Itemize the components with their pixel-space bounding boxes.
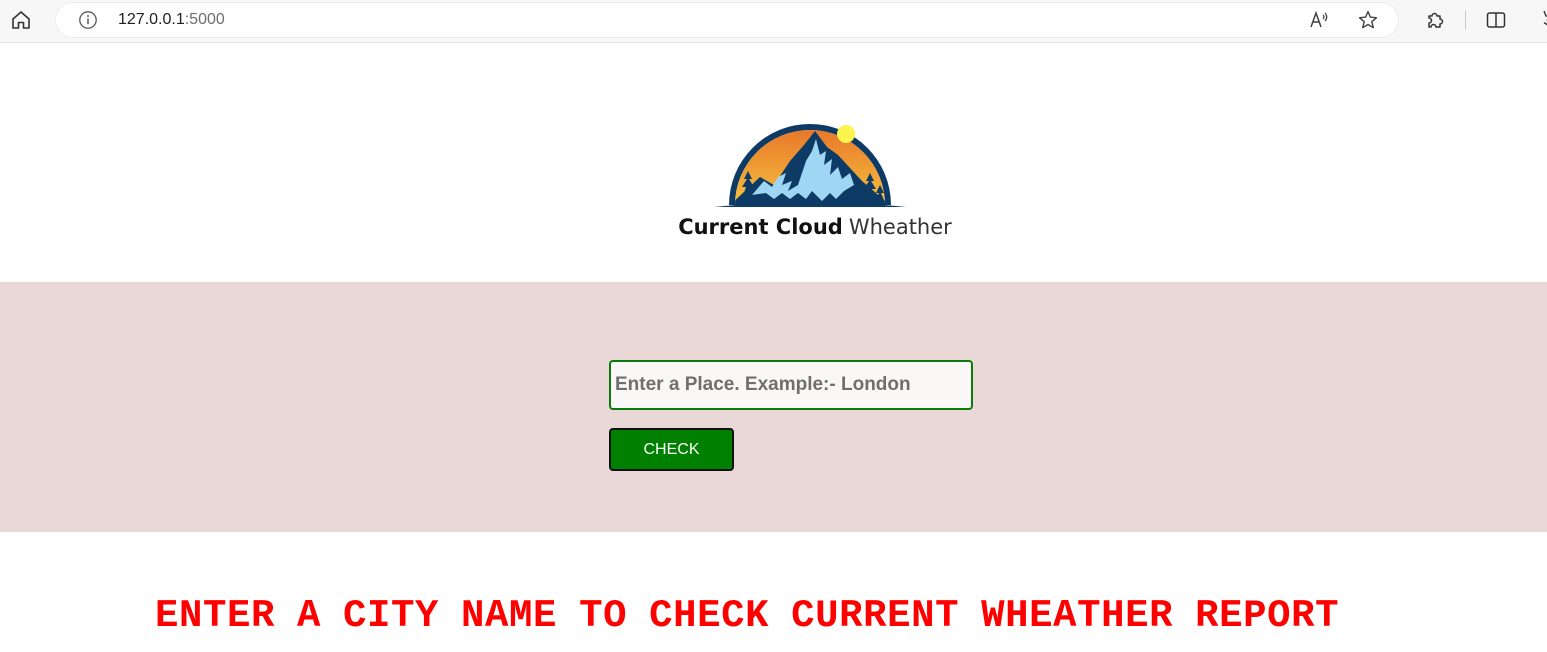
split-screen-icon[interactable] bbox=[1484, 8, 1508, 32]
url-port: :5000 bbox=[184, 11, 225, 28]
logo-name-light: Wheather bbox=[848, 215, 952, 239]
read-aloud-icon[interactable] bbox=[1308, 9, 1330, 31]
city-search-input[interactable] bbox=[609, 360, 973, 410]
instruction-message: ENTER A CITY NAME TO CHECK CURRENT WHEAT… bbox=[155, 594, 1340, 638]
favorites-bar-icon[interactable] bbox=[1536, 8, 1547, 32]
address-bar[interactable]: 127.0.0.1:5000 bbox=[56, 3, 1398, 37]
extensions-icon[interactable] bbox=[1423, 8, 1447, 32]
home-icon[interactable] bbox=[9, 8, 33, 32]
mountain-sun-logo-icon bbox=[714, 124, 906, 207]
info-icon[interactable] bbox=[78, 10, 98, 30]
check-button[interactable]: CHECK bbox=[609, 428, 734, 471]
logo-wordmark: Current Cloud Wheather bbox=[0, 215, 1547, 239]
logo-name-bold: Current Cloud bbox=[678, 215, 843, 239]
toolbar-divider bbox=[1465, 10, 1466, 30]
url-host: 127.0.0.1 bbox=[118, 11, 185, 28]
page-header: Current Cloud Wheather bbox=[0, 43, 1547, 282]
search-section: CHECK bbox=[0, 282, 1547, 532]
favorite-star-icon[interactable] bbox=[1357, 9, 1379, 31]
browser-toolbar: 127.0.0.1:5000 bbox=[0, 0, 1547, 43]
url-text[interactable]: 127.0.0.1:5000 bbox=[118, 11, 225, 29]
